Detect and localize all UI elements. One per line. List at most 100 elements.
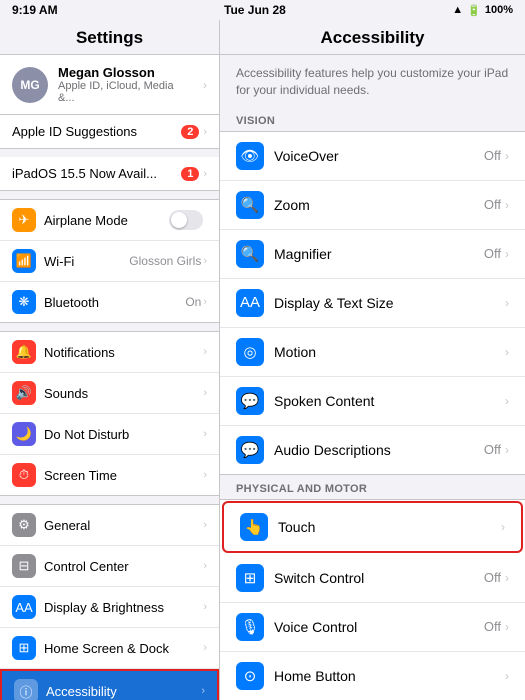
homescreen-chevron: › xyxy=(203,642,207,654)
screentime-label: Screen Time xyxy=(44,468,203,483)
bluetooth-label: Bluetooth xyxy=(44,295,185,310)
displaytext-right-icon: AA xyxy=(236,289,264,317)
voiceover-right-chevron: › xyxy=(505,149,509,163)
avatar: MG xyxy=(12,67,48,103)
motion-right-chevron: › xyxy=(505,345,509,359)
notifications-icon: 🔔 xyxy=(12,340,36,364)
switchcontrol-right-label: Switch Control xyxy=(274,570,484,586)
sidebar-item-display[interactable]: AADisplay & Brightness› xyxy=(0,587,219,628)
notifications-chevron: › xyxy=(203,346,207,358)
airplane-toggle[interactable] xyxy=(169,210,203,230)
donotdisturb-label: Do Not Disturb xyxy=(44,427,203,442)
audiodesc-right-value: Off xyxy=(484,442,501,457)
zoom-right-label: Zoom xyxy=(274,197,484,213)
sidebar-item-general[interactable]: ⚙General› xyxy=(0,505,219,546)
audiodesc-right-label: Audio Descriptions xyxy=(274,442,484,458)
right-item-switchcontrol[interactable]: ⊞Switch ControlOff› xyxy=(220,554,525,603)
profile-row[interactable]: MG Megan Glosson Apple ID, iCloud, Media… xyxy=(0,55,219,115)
magnifier-right-label: Magnifier xyxy=(274,246,484,262)
zoom-right-icon: 🔍 xyxy=(236,191,264,219)
sidebar-item-screentime[interactable]: ⏱Screen Time› xyxy=(0,455,219,495)
sidebar-item-wifi[interactable]: 📶Wi-FiGlosson Girls› xyxy=(0,241,219,282)
right-item-voiceover[interactable]: 👁VoiceOverOff› xyxy=(220,132,525,181)
sounds-label: Sounds xyxy=(44,386,203,401)
controlcenter-chevron: › xyxy=(203,560,207,572)
general-icon: ⚙ xyxy=(12,513,36,537)
profile-text: Megan Glosson Apple ID, iCloud, Media &.… xyxy=(58,65,193,104)
profile-name: Megan Glosson xyxy=(58,65,193,80)
right-item-displaytext[interactable]: AADisplay & Text Size› xyxy=(220,279,525,328)
accessibility-icon: ⓘ xyxy=(14,679,38,700)
wifi-icon: 📶 xyxy=(12,249,36,273)
right-section-vision: 👁VoiceOverOff›🔍ZoomOff›🔍MagnifierOff›AAD… xyxy=(220,131,525,475)
right-item-homebutton[interactable]: ⊙Home Button› xyxy=(220,652,525,700)
right-item-spokencontent[interactable]: 💬Spoken Content› xyxy=(220,377,525,426)
notifications-label: Notifications xyxy=(44,345,203,360)
right-item-touch[interactable]: 👆 Touch› xyxy=(222,501,523,553)
magnifier-right-value: Off xyxy=(484,246,501,261)
sidebar-item-homescreen[interactable]: ⊞Home Screen & Dock› xyxy=(0,628,219,669)
profile-chevron: › xyxy=(203,78,207,92)
right-sections: VISION👁VoiceOverOff›🔍ZoomOff›🔍MagnifierO… xyxy=(220,107,525,700)
wifi-label: Wi-Fi xyxy=(44,254,129,269)
update-chevron: › xyxy=(203,168,207,180)
touch-right-chevron: › xyxy=(501,520,505,534)
voicecontrol-right-chevron: › xyxy=(505,620,509,634)
touch-right-label: Touch xyxy=(278,519,501,535)
right-item-voicecontrol[interactable]: 🎙Voice ControlOff› xyxy=(220,603,525,652)
status-indicators: ▲ 🔋 100% xyxy=(452,4,513,17)
voiceover-right-value: Off xyxy=(484,148,501,163)
controlcenter-label: Control Center xyxy=(44,559,203,574)
homescreen-label: Home Screen & Dock xyxy=(44,641,203,656)
bluetooth-icon: ❋ xyxy=(12,290,36,314)
airplane-label: Airplane Mode xyxy=(44,213,169,228)
magnifier-right-chevron: › xyxy=(505,247,509,261)
right-item-magnifier[interactable]: 🔍MagnifierOff› xyxy=(220,230,525,279)
donotdisturb-chevron: › xyxy=(203,428,207,440)
status-bar: 9:19 AM Tue Jun 28 ▲ 🔋 100% xyxy=(0,0,525,20)
right-description: Accessibility features help you customiz… xyxy=(220,55,525,107)
audiodesc-right-chevron: › xyxy=(505,443,509,457)
controlcenter-icon: ⊟ xyxy=(12,554,36,578)
motion-right-label: Motion xyxy=(274,344,505,360)
section-label-vision: VISION xyxy=(220,107,525,131)
status-time: 9:19 AM xyxy=(12,3,58,17)
spokencontent-right-label: Spoken Content xyxy=(274,393,505,409)
sidebar-item-airplane[interactable]: ✈ Airplane Mode xyxy=(0,200,219,241)
switchcontrol-right-icon: ⊞ xyxy=(236,564,264,592)
zoom-right-chevron: › xyxy=(505,198,509,212)
accessibility-chevron: › xyxy=(201,685,205,697)
right-item-audiodesc[interactable]: 💬Audio DescriptionsOff› xyxy=(220,426,525,474)
sidebar-section-0: ✈ Airplane Mode 📶 Wi-FiGlosson Girls › ❋ Bluet… xyxy=(0,199,219,323)
bluetooth-value: On xyxy=(185,295,201,309)
suggestions-badge: 2 xyxy=(181,125,199,139)
displaytext-right-chevron: › xyxy=(505,296,509,310)
sidebar-item-bluetooth[interactable]: ❋ BluetoothOn› xyxy=(0,282,219,322)
switchcontrol-right-value: Off xyxy=(484,570,501,585)
wifi-icon: ▲ xyxy=(452,4,463,16)
status-day: Tue Jun 28 xyxy=(224,3,286,17)
sidebar-items: ✈ Airplane Mode 📶 Wi-FiGlosson Girls › ❋ Bluet… xyxy=(0,199,219,700)
sidebar-item-controlcenter[interactable]: ⊟ Control Center› xyxy=(0,546,219,587)
airplane-icon: ✈ xyxy=(12,208,36,232)
touch-right-icon: 👆 xyxy=(240,513,268,541)
sounds-icon: 🔊 xyxy=(12,381,36,405)
suggestions-label: Apple ID Suggestions xyxy=(12,124,181,139)
sidebar-item-notifications[interactable]: 🔔 Notifications› xyxy=(0,332,219,373)
sidebar-item-sounds[interactable]: 🔊Sounds› xyxy=(0,373,219,414)
sidebar-section-2: ⚙General›⊟Control Center›AADisplay & Bri… xyxy=(0,504,219,700)
sidebar-item-donotdisturb[interactable]: 🌙Do Not Disturb› xyxy=(0,414,219,455)
sidebar-item-accessibility[interactable]: ⓘAccessibility› xyxy=(0,669,219,700)
right-item-motion[interactable]: ◎Motion› xyxy=(220,328,525,377)
voicecontrol-right-icon: 🎙 xyxy=(236,613,264,641)
display-label: Display & Brightness xyxy=(44,600,203,615)
suggestions-row[interactable]: Apple ID Suggestions 2 › xyxy=(0,115,219,149)
spokencontent-right-chevron: › xyxy=(505,394,509,408)
zoom-right-value: Off xyxy=(484,197,501,212)
main-container: Settings MG Megan Glosson Apple ID, iClo… xyxy=(0,20,525,700)
wifi-value: Glosson Girls xyxy=(129,254,201,268)
bluetooth-chevron: › xyxy=(203,296,207,308)
right-item-zoom[interactable]: 🔍 ZoomOff › xyxy=(220,181,525,230)
right-section-physicalmotor: 👆Touch›⊞Switch ControlOff›🎙Voice Control… xyxy=(220,499,525,700)
update-row[interactable]: iPadOS 15.5 Now Avail... 1 › xyxy=(0,157,219,191)
